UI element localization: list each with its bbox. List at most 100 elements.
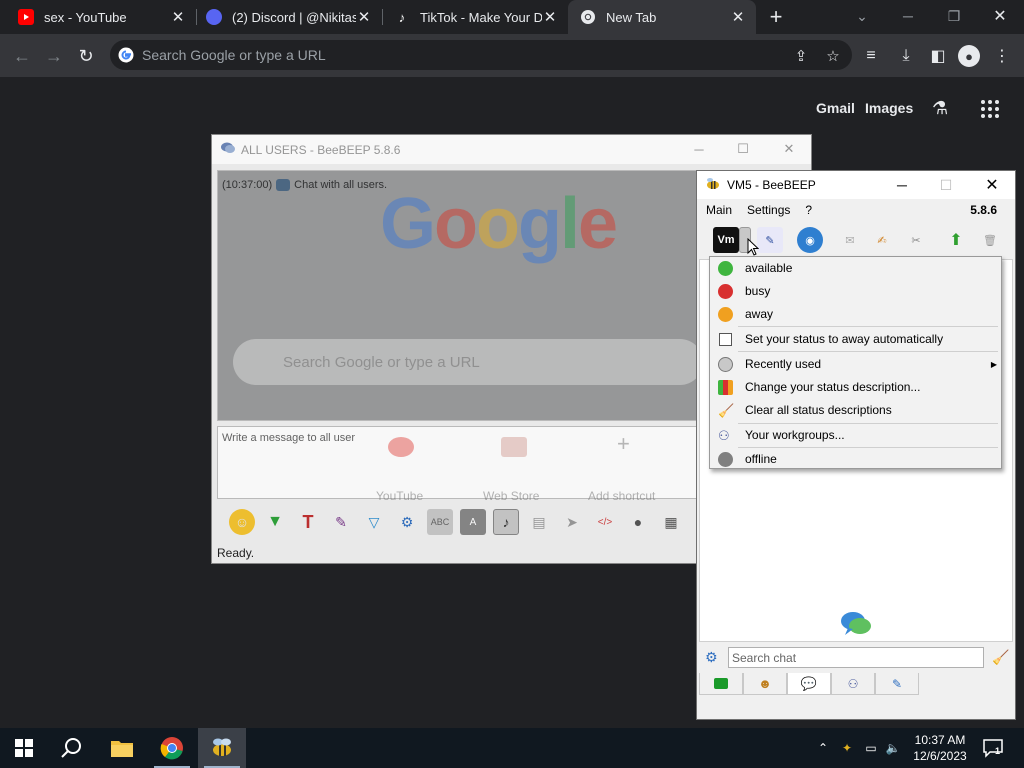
clear-search-icon[interactable]: 🧹 [992, 649, 1009, 666]
menu-item-busy[interactable]: busy [710, 280, 1001, 302]
menu-settings[interactable]: Settings [747, 203, 790, 217]
tab-workgroups[interactable]: ⚇ [831, 673, 875, 695]
tab-search-icon[interactable]: ⌄ [848, 4, 876, 28]
tools-icon[interactable]: ✂ [903, 227, 929, 253]
upload-icon[interactable]: ⬆ [943, 227, 969, 253]
write-note-icon[interactable]: ✍ [869, 227, 895, 253]
code-icon[interactable]: </> [592, 509, 618, 535]
file-explorer-button[interactable] [98, 728, 146, 768]
close-tab-icon[interactable]: ✕ [356, 9, 372, 26]
share-icon[interactable]: ⇪ [792, 47, 810, 65]
close-button[interactable]: ✕ [977, 175, 1007, 195]
menu-item-workgroups[interactable]: ⚇ Your workgroups... [710, 424, 1001, 446]
close-tab-icon[interactable]: ✕ [170, 9, 186, 26]
menu-item-change-description[interactable]: Change your status description... [710, 376, 1001, 398]
edit-profile-icon[interactable]: ✎ [757, 227, 783, 253]
checkbox[interactable] [719, 332, 732, 346]
tab-tiktok[interactable]: ♪ TikTok - Make Your Day ✕ [382, 0, 568, 34]
reload-button[interactable]: ↻ [73, 43, 99, 69]
search-settings-icon[interactable]: ⚙ [705, 649, 718, 666]
status-button[interactable]: Vm [713, 227, 739, 253]
chrome-menu-icon[interactable]: ⋮ [991, 45, 1013, 67]
text-size-icon[interactable]: A [460, 509, 486, 535]
gmail-link[interactable]: Gmail [816, 100, 855, 116]
tab-new-tab[interactable]: New Tab ✕ [568, 0, 756, 34]
notification-center-button[interactable]: 1 [982, 738, 1004, 758]
new-tab-button[interactable]: + [764, 4, 788, 29]
images-link[interactable]: Images [865, 100, 913, 116]
spellcheck-icon[interactable]: ABC [427, 509, 453, 535]
menu-item-clear-descriptions[interactable]: 🧹 Clear all status descriptions [710, 399, 1001, 421]
document-icon[interactable]: ▤ [526, 509, 552, 535]
tab-files[interactable]: ✎ [875, 673, 919, 695]
trash-icon[interactable]: 🗑 [977, 227, 1003, 253]
chat-bubbles-icon[interactable] [840, 610, 872, 638]
address-input[interactable] [142, 47, 762, 63]
close-tab-icon[interactable]: ✕ [542, 9, 558, 26]
side-panel-icon[interactable]: ◧ [927, 45, 949, 67]
shortcut-label: Web Store [483, 489, 540, 503]
tab-title: TikTok - Make Your Day [420, 9, 542, 25]
submenu-arrow-icon: ▶ [990, 359, 997, 369]
search-chat-input[interactable] [728, 647, 984, 668]
start-button[interactable] [0, 728, 48, 768]
minimize-button[interactable]: ─ [684, 139, 714, 159]
font-color-icon[interactable]: ✎ [328, 509, 354, 535]
send-file-icon[interactable]: ▼ [262, 509, 288, 535]
settings-gear-icon[interactable]: ⚙ [394, 509, 420, 535]
menu-item-auto-away[interactable]: Set your status to away automatically [710, 328, 1001, 350]
maximize-button[interactable]: ☐ [931, 175, 961, 195]
show-hidden-icons-chevron[interactable]: ⌃ [814, 740, 832, 756]
close-button[interactable]: ✕ [774, 139, 804, 159]
maximize-button[interactable]: ☐ [728, 139, 758, 159]
menu-item-label: away [745, 307, 774, 321]
labs-flask-icon[interactable]: ⚗ [932, 98, 952, 120]
music-note-icon[interactable]: ♪ [493, 509, 519, 535]
google-logo-ghost: Google [380, 184, 618, 264]
network-icon[interactable]: ▭ [862, 740, 880, 756]
forward-button[interactable]: → [41, 43, 67, 69]
menu-item-label: Clear all status descriptions [745, 403, 892, 417]
google-apps-icon[interactable] [981, 100, 999, 118]
back-button[interactable]: ← [9, 43, 35, 69]
beebeep-taskbar-button[interactable] [198, 728, 246, 768]
omnibox[interactable]: ⇪ ☆ [110, 40, 852, 70]
emoticon-icon[interactable]: ☺ [229, 509, 255, 535]
minimize-button[interactable]: ─ [894, 4, 922, 28]
volume-muted-icon[interactable]: 🔈 [884, 740, 902, 756]
restore-button[interactable]: ❐ [940, 4, 968, 28]
menu-item-recently-used[interactable]: Recently used ▶ [710, 353, 1001, 375]
tab-chats[interactable]: 💬 [787, 673, 831, 695]
status-bar: Ready. [217, 546, 255, 560]
menu-help[interactable]: ? [805, 203, 812, 217]
network-icon[interactable]: ◉ [797, 227, 823, 253]
menu-item-offline[interactable]: offline [710, 448, 1001, 470]
tab-youtube[interactable]: sex - YouTube ✕ [0, 0, 196, 34]
screenshot-icon[interactable]: ▦ [658, 509, 684, 535]
menu-item-available[interactable]: available [710, 257, 1001, 279]
search-button[interactable] [48, 728, 96, 768]
close-tab-icon[interactable]: ✕ [730, 9, 746, 26]
font-icon[interactable]: T [295, 509, 321, 535]
menu-item-away[interactable]: away [710, 303, 1001, 325]
media-queue-icon[interactable]: ≡ [860, 45, 882, 67]
download-icon[interactable]: ⤓ [895, 45, 917, 67]
menu-main[interactable]: Main [706, 203, 732, 217]
message-composer[interactable]: Write a message to all user + YouTube We… [217, 426, 702, 503]
filter-icon[interactable]: ▽ [361, 509, 387, 535]
version-label: 5.8.6 [970, 203, 997, 217]
close-window-button[interactable]: ✕ [986, 4, 1014, 28]
tab-groups[interactable]: ☻ [743, 673, 787, 695]
tab-users[interactable] [699, 673, 743, 695]
mail-icon[interactable]: ✉ [837, 227, 863, 253]
tab-discord[interactable]: (2) Discord | @Nikitas ✕ [196, 0, 382, 34]
profile-avatar-icon[interactable]: ● [958, 45, 980, 67]
chrome-taskbar-button[interactable] [148, 728, 196, 768]
record-icon[interactable]: ● [625, 509, 651, 535]
bookmark-star-icon[interactable]: ☆ [824, 47, 842, 65]
minimize-button[interactable]: ─ [887, 175, 917, 195]
forward-icon[interactable]: ➤ [559, 509, 585, 535]
beebeep-tray-icon[interactable]: ✦ [838, 740, 856, 756]
menu-item-label: available [745, 261, 793, 275]
clock[interactable]: 10:37 AM 12/6/2023 [910, 732, 970, 764]
